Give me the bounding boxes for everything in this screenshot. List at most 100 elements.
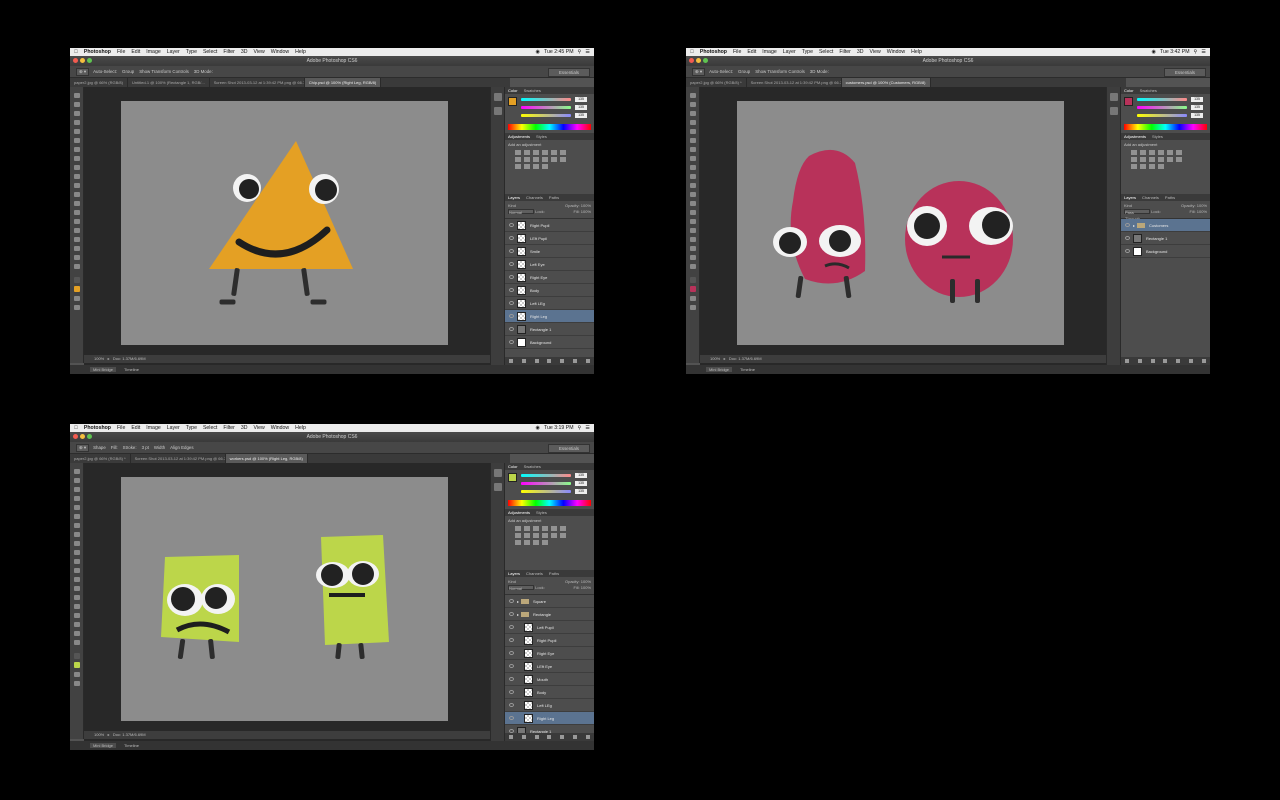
layer-row[interactable]: Right Pupil: [505, 634, 594, 647]
link-icon[interactable]: [509, 735, 514, 739]
menu-item[interactable]: Layer: [783, 49, 796, 55]
document-canvas[interactable]: [121, 477, 448, 721]
move-tool-icon[interactable]: [73, 93, 80, 98]
adjustment-icon[interactable]: [515, 540, 521, 545]
menu-item[interactable]: Layer: [167, 425, 180, 431]
crop-tool-icon[interactable]: [73, 505, 80, 510]
color-slider[interactable]: [521, 490, 571, 493]
zoom-button[interactable]: [703, 58, 708, 63]
eyedropper-tool-icon[interactable]: [73, 138, 80, 143]
canvas-area[interactable]: [700, 87, 1106, 365]
tool-preset-picker[interactable]: ⊕ ▾: [76, 443, 90, 452]
option-control[interactable]: Group: [738, 69, 750, 74]
type-tool-icon[interactable]: [689, 228, 696, 233]
bottom-tab[interactable]: Timeline: [124, 743, 139, 748]
adjustment-layer-icon[interactable]: [547, 359, 552, 363]
bottom-tab[interactable]: Timeline: [740, 367, 755, 372]
adjustment-icon[interactable]: [1140, 150, 1146, 155]
adjustment-icon[interactable]: [1140, 157, 1146, 162]
new-group-icon[interactable]: [1176, 359, 1181, 363]
tab-layers[interactable]: Layers: [508, 195, 520, 200]
eyedropper-tool-icon[interactable]: [689, 138, 696, 143]
lasso-tool-icon[interactable]: [73, 487, 80, 492]
properties-panel-icon[interactable]: [493, 107, 502, 115]
apple-icon[interactable]: : [74, 49, 78, 55]
lasso-tool-icon[interactable]: [73, 111, 80, 116]
adjustment-icon[interactable]: [560, 150, 566, 155]
visibility-eye-icon[interactable]: [509, 690, 514, 694]
move-tool-icon[interactable]: [689, 93, 696, 98]
tab-layers[interactable]: Layers: [508, 571, 520, 576]
history-panel-icon[interactable]: [493, 469, 502, 477]
menu-item[interactable]: Select: [203, 49, 217, 55]
document-tab[interactable]: Chip.psd @ 100% (Right Leg, RGB/8): [304, 78, 382, 87]
layer-name[interactable]: Rectangle 1: [530, 327, 551, 332]
menu-item[interactable]: Select: [819, 49, 833, 55]
layer-row[interactable]: Right Leg: [505, 712, 594, 725]
color-value-field[interactable]: 135: [1191, 113, 1203, 118]
history-panel-icon[interactable]: [493, 93, 502, 101]
filter-kind[interactable]: Kind: [1124, 203, 1132, 208]
option-control[interactable]: Shape: [93, 445, 106, 450]
screen-mode-icon[interactable]: [689, 305, 696, 310]
pen-tool-icon[interactable]: [73, 595, 80, 600]
tab-swatches[interactable]: Swatches: [1140, 88, 1157, 93]
mask-icon[interactable]: [534, 359, 539, 363]
wifi-icon[interactable]: ◉: [1151, 49, 1156, 55]
document-tab[interactable]: paper2.jpg @ 66% (RGB/8) *: [70, 454, 131, 463]
fx-icon[interactable]: [522, 735, 527, 739]
app-menu[interactable]: Photoshop: [84, 49, 111, 55]
screen-mode-icon[interactable]: [73, 305, 80, 310]
document-tab[interactable]: Screen Shot 2013-03-12 at 1:39:42 PM.png…: [210, 78, 305, 87]
healing-tool-icon[interactable]: [73, 147, 80, 152]
layer-row[interactable]: Rectangle 1: [505, 323, 594, 336]
layer-name[interactable]: Right Eye: [537, 651, 554, 656]
adjustment-icon[interactable]: [1158, 157, 1164, 162]
type-tool-icon[interactable]: [73, 604, 80, 609]
menu-item[interactable]: Help: [295, 49, 306, 55]
mask-icon[interactable]: [534, 735, 539, 739]
zoom-tool-icon[interactable]: [73, 640, 80, 645]
dodge-tool-icon[interactable]: [689, 210, 696, 215]
layer-name[interactable]: Left LEg: [537, 703, 552, 708]
canvas-area[interactable]: [84, 463, 490, 741]
quick-select-tool-icon[interactable]: [689, 120, 696, 125]
filter-kind[interactable]: Kind: [508, 203, 516, 208]
search-icon[interactable]: ⚲: [1194, 49, 1198, 55]
adjustment-icon[interactable]: [1158, 164, 1164, 169]
layer-row[interactable]: Left Eye: [505, 258, 594, 271]
adjustment-icon[interactable]: [542, 164, 548, 169]
filter-kind[interactable]: Kind: [508, 579, 516, 584]
menu-item[interactable]: View: [254, 49, 265, 55]
visibility-eye-icon[interactable]: [509, 638, 514, 642]
visibility-eye-icon[interactable]: [509, 223, 514, 227]
document-canvas[interactable]: [121, 101, 448, 345]
layer-name[interactable]: Body: [537, 690, 546, 695]
eraser-tool-icon[interactable]: [689, 183, 696, 188]
workspace-select[interactable]: Essentials: [547, 444, 590, 453]
option-control[interactable]: Group: [122, 69, 134, 74]
zoom-level[interactable]: 100%: [94, 732, 104, 737]
tab-styles[interactable]: Styles: [536, 510, 547, 515]
healing-tool-icon[interactable]: [73, 523, 80, 528]
adjustment-icon[interactable]: [524, 157, 530, 162]
adjustment-icon[interactable]: [524, 164, 530, 169]
crop-tool-icon[interactable]: [73, 129, 80, 134]
history-brush-icon[interactable]: [73, 174, 80, 179]
layer-name[interactable]: Background: [530, 340, 551, 345]
layer-name[interactable]: Background: [1146, 249, 1167, 254]
visibility-eye-icon[interactable]: [509, 275, 514, 279]
option-control[interactable]: Width: [154, 445, 165, 450]
link-icon[interactable]: [1125, 359, 1130, 363]
list-icon[interactable]: ☰: [585, 425, 590, 431]
quick-mask-icon[interactable]: [689, 296, 696, 301]
menu-item[interactable]: Image: [146, 49, 160, 55]
adjustment-icon[interactable]: [1158, 150, 1164, 155]
minimize-button[interactable]: [80, 58, 85, 63]
brush-tool-icon[interactable]: [73, 156, 80, 161]
color-value-field[interactable]: 135: [575, 113, 587, 118]
path-select-tool-icon[interactable]: [73, 237, 80, 242]
adjustment-icon[interactable]: [542, 526, 548, 531]
workspace-select[interactable]: Essentials: [1163, 68, 1206, 77]
close-button[interactable]: [73, 58, 78, 63]
